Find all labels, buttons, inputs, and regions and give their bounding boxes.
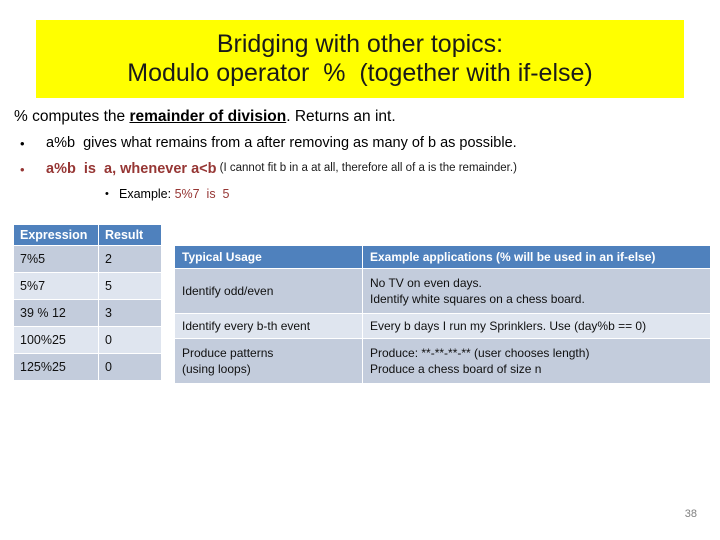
column-header-result: Result	[99, 225, 161, 245]
intro-line: % computes the remainder of division. Re…	[0, 104, 720, 130]
cell-examples: No TV on even days. Identify white squar…	[363, 269, 710, 313]
column-header-typical-usage: Typical Usage	[175, 246, 362, 268]
title-line-1: Bridging with other topics:	[216, 29, 504, 58]
title-line-2: Modulo operator % (together with if-else…	[127, 59, 593, 87]
bullet-marker-icon: •	[20, 161, 25, 177]
column-header-example-applications: Example applications (% will be used in …	[363, 246, 710, 268]
cell-usage: Identify odd/even	[175, 269, 362, 313]
intro-emphasis: remainder of division	[129, 108, 287, 126]
cell-usage: Identify every b-th event	[175, 314, 362, 339]
cell-result: 3	[99, 300, 161, 326]
bullet-note-2: (I cannot fit b in a at all, therefore a…	[219, 162, 517, 175]
example-value: 5%7 is 5	[174, 186, 230, 201]
cell-usage: Produce patterns (using loops)	[175, 339, 362, 384]
intro-suffix: . Returns an int.	[286, 108, 396, 126]
table-row: 5%7 5	[14, 273, 161, 299]
cell-expression: 100%25	[14, 327, 98, 353]
table-header-row: Expression Result	[14, 225, 161, 245]
expression-result-table: Expression Result 7%5 2 5%7 5 39 % 12 3 …	[13, 224, 162, 381]
table-row: 100%25 0	[14, 327, 161, 353]
cell-result: 0	[99, 354, 161, 380]
page-number: 38	[684, 508, 697, 520]
body-text-block: % computes the remainder of division. Re…	[0, 104, 720, 206]
cell-result: 2	[99, 246, 161, 272]
cell-expression: 125%25	[14, 354, 98, 380]
bullet-item-1: • a%b gives what remains from a after rem…	[0, 130, 720, 156]
typical-usage-table: Typical Usage Example applications (% wi…	[174, 245, 711, 384]
cell-expression: 7%5	[14, 246, 98, 272]
cell-expression: 39 % 12	[14, 300, 98, 326]
table-row: 125%25 0	[14, 354, 161, 380]
title-banner: Bridging with other topics: Modulo opera…	[36, 20, 684, 98]
cell-result: 5	[99, 273, 161, 299]
cell-examples: Produce: **-**-**-** (user chooses lengt…	[363, 339, 710, 384]
column-header-expression: Expression	[14, 225, 98, 245]
bullet-marker-icon: •	[20, 135, 25, 151]
table-row: Identify odd/even No TV on even days. Id…	[175, 269, 710, 313]
bullet-item-2: • a%b is a, whenever a<b (I cannot fit b …	[0, 156, 720, 182]
intro-prefix: % computes the	[14, 108, 130, 126]
bullet-text-2: a%b is a, whenever a<b	[46, 160, 217, 177]
cell-expression: 5%7	[14, 273, 98, 299]
table-row: 39 % 12 3	[14, 300, 161, 326]
bullet-marker-icon: •	[105, 187, 109, 200]
table-row: 7%5 2	[14, 246, 161, 272]
table-row: Produce patterns (using loops) Produce: …	[175, 339, 710, 384]
cell-result: 0	[99, 327, 161, 353]
cell-examples: Every b days I run my Sprinklers. Use (d…	[363, 314, 710, 339]
table-row: Identify every b-th event Every b days I…	[175, 314, 710, 339]
bullet-item-3: • Example: 5%7 is 5	[0, 182, 720, 206]
table-header-row: Typical Usage Example applications (% wi…	[175, 246, 710, 268]
example-label: Example:	[119, 186, 175, 201]
bullet-text-1: a%b gives what remains from a after remo…	[46, 134, 517, 151]
